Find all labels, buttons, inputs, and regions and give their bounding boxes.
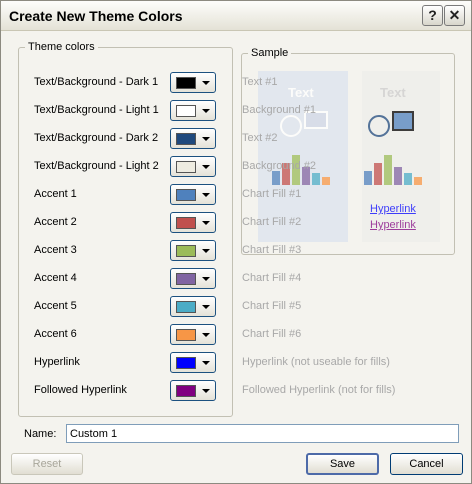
- preview-bar: [384, 155, 392, 185]
- sample-label-background1: Background #1: [242, 104, 316, 116]
- chevron-down-icon: [202, 81, 210, 85]
- preview-bar: [272, 171, 280, 185]
- save-button[interactable]: Save: [306, 453, 379, 475]
- sample-label-chart-fill4: Chart Fill #4: [242, 272, 302, 284]
- accent4-label: Accent 4: [34, 272, 77, 284]
- accent4-swatch: [176, 273, 196, 285]
- accent2-color-button[interactable]: [170, 212, 216, 233]
- light2-swatch: [176, 161, 196, 173]
- preview-shape-circle: [368, 115, 390, 137]
- accent6-color-button[interactable]: [170, 324, 216, 345]
- hyperlink-color-button[interactable]: [170, 352, 216, 373]
- sample-label-text2: Text #2: [242, 132, 278, 144]
- accent1-swatch: [176, 189, 196, 201]
- followed-hyperlink-label: Followed Hyperlink: [34, 384, 127, 396]
- sample-label-followed-hyperlink: Followed Hyperlink (not for fills): [242, 384, 396, 396]
- accent2-swatch: [176, 217, 196, 229]
- sample-label-hyperlink: Hyperlink (not useable for fills): [242, 356, 390, 368]
- chevron-down-icon: [202, 193, 210, 197]
- preview-bar: [404, 173, 412, 185]
- close-button[interactable]: ✕: [444, 5, 465, 26]
- preview-shape-circle: [280, 115, 302, 137]
- chevron-down-icon: [202, 249, 210, 253]
- dark2-color-button[interactable]: [170, 128, 216, 149]
- accent3-swatch: [176, 245, 196, 257]
- preview-left-text: Text: [288, 85, 314, 100]
- create-theme-colors-dialog: Create New Theme Colors ? ✕ Theme colors…: [0, 0, 472, 484]
- preview-light-panel: Text Hyperlink Hyperlink: [362, 71, 440, 242]
- sample-group-label: Sample: [248, 47, 292, 59]
- dark2-label: Text/Background - Dark 2: [34, 132, 159, 144]
- hyperlink-label: Hyperlink: [34, 356, 80, 368]
- chevron-down-icon: [202, 221, 210, 225]
- preview-bar: [364, 171, 372, 185]
- accent5-swatch: [176, 301, 196, 313]
- sample-label-chart-fill6: Chart Fill #6: [242, 328, 302, 340]
- accent5-color-button[interactable]: [170, 296, 216, 317]
- light2-color-button[interactable]: [170, 156, 216, 177]
- chevron-down-icon: [202, 165, 210, 169]
- accent4-color-button[interactable]: [170, 268, 216, 289]
- dark1-swatch: [176, 77, 196, 89]
- accent1-color-button[interactable]: [170, 184, 216, 205]
- preview-right-bars: [362, 149, 432, 185]
- preview-bar: [394, 167, 402, 185]
- sample-label-chart-fill5: Chart Fill #5: [242, 300, 302, 312]
- accent1-label: Accent 1: [34, 188, 77, 200]
- preview-shape-rect: [392, 111, 414, 131]
- preview-bar: [414, 177, 422, 185]
- sample-label-background2: Background #2: [242, 160, 316, 172]
- sample-label-text1: Text #1: [242, 76, 278, 88]
- help-button[interactable]: ?: [422, 5, 443, 26]
- sample-label-chart-fill2: Chart Fill #2: [242, 216, 302, 228]
- name-label: Name:: [24, 428, 57, 440]
- dark1-label: Text/Background - Dark 1: [34, 76, 159, 88]
- name-input[interactable]: [66, 424, 459, 443]
- light2-label: Text/Background - Light 2: [34, 160, 159, 172]
- accent6-label: Accent 6: [34, 328, 77, 340]
- title-bar: Create New Theme Colors ? ✕: [1, 1, 471, 31]
- cancel-button[interactable]: Cancel: [390, 453, 463, 475]
- chevron-down-icon: [202, 389, 210, 393]
- dark2-swatch: [176, 133, 196, 145]
- preview-bar: [312, 173, 320, 185]
- accent3-label: Accent 3: [34, 244, 77, 256]
- preview-followed-hyperlink: Hyperlink: [370, 219, 416, 231]
- followed-hyperlink-swatch: [176, 385, 196, 397]
- light1-label: Text/Background - Light 1: [34, 104, 159, 116]
- reset-button[interactable]: Reset: [11, 453, 83, 475]
- theme-colors-group-label: Theme colors: [25, 41, 98, 53]
- dialog-title: Create New Theme Colors: [9, 8, 183, 24]
- light1-swatch: [176, 105, 196, 117]
- accent5-label: Accent 5: [34, 300, 77, 312]
- chevron-down-icon: [202, 361, 210, 365]
- chevron-down-icon: [202, 137, 210, 141]
- hyperlink-swatch: [176, 357, 196, 369]
- followed-hyperlink-color-button[interactable]: [170, 380, 216, 401]
- chevron-down-icon: [202, 305, 210, 309]
- preview-hyperlink: Hyperlink: [370, 203, 416, 215]
- chevron-down-icon: [202, 109, 210, 113]
- preview-right-text: Text: [380, 85, 406, 100]
- chevron-down-icon: [202, 333, 210, 337]
- accent6-swatch: [176, 329, 196, 341]
- preview-bar: [374, 163, 382, 185]
- preview-bar: [322, 177, 330, 185]
- accent3-color-button[interactable]: [170, 240, 216, 261]
- chevron-down-icon: [202, 277, 210, 281]
- accent2-label: Accent 2: [34, 216, 77, 228]
- sample-label-chart-fill3: Chart Fill #3: [242, 244, 302, 256]
- dark1-color-button[interactable]: [170, 72, 216, 93]
- sample-label-chart-fill1: Chart Fill #1: [242, 188, 302, 200]
- light1-color-button[interactable]: [170, 100, 216, 121]
